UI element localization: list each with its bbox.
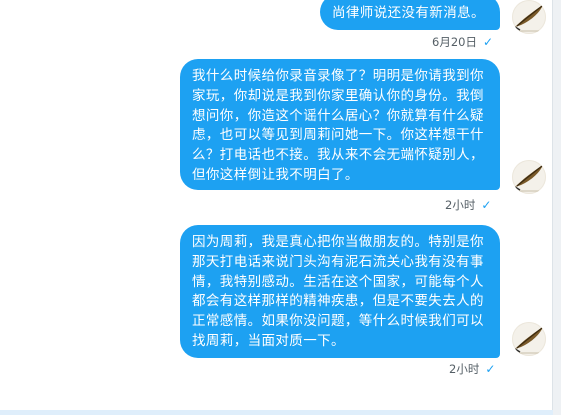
- quill-pen-icon: [514, 5, 543, 32]
- scrollbar[interactable]: [552, 0, 561, 415]
- message-bubble[interactable]: 因为周莉，我是真心把你当做朋友的。特别是你那天打电话来说门头沟有泥石流关心我有没…: [180, 225, 500, 358]
- message-meta: 2小时 ✓: [449, 361, 495, 377]
- message-bubble[interactable]: 我什么时候给你录音录像了？明明是你请我到你家玩，你却说是我到你家里确认你的身份。…: [180, 59, 500, 190]
- read-check-icon: ✓: [485, 362, 496, 376]
- message-text: 因为周莉，我是真心把你当做朋友的。特别是你那天打电话来说门头沟有泥石流关心我有没…: [192, 234, 484, 349]
- message-text: 我什么时候给你录音录像了？明明是你请我到你家玩，你却说是我到你家里确认你的身份。…: [192, 68, 484, 183]
- composer-edge: [0, 410, 553, 415]
- avatar[interactable]: [512, 0, 546, 34]
- read-check-icon: ✓: [481, 198, 492, 212]
- message-text: 尚律师说还没有新消息。: [332, 5, 485, 21]
- message-timestamp: 6月20日: [432, 35, 477, 49]
- avatar[interactable]: [512, 160, 546, 194]
- quill-pen-icon: [514, 165, 543, 192]
- read-check-icon: ✓: [482, 35, 494, 49]
- quill-pen-icon: [514, 327, 543, 354]
- message-timestamp: 2小时: [445, 198, 476, 212]
- message-timestamp: 2小时: [449, 362, 480, 376]
- message-bubble[interactable]: 尚律师说还没有新消息。: [320, 0, 500, 30]
- message-meta: 6月20日 ✓: [432, 34, 493, 50]
- avatar[interactable]: [512, 322, 546, 356]
- message-meta: 2小时 ✓: [445, 197, 491, 213]
- chat-thread: 尚律师说还没有新消息。 6月20日 ✓ 我什么时候给你录音录像了？明明是你请我到你…: [0, 0, 561, 415]
